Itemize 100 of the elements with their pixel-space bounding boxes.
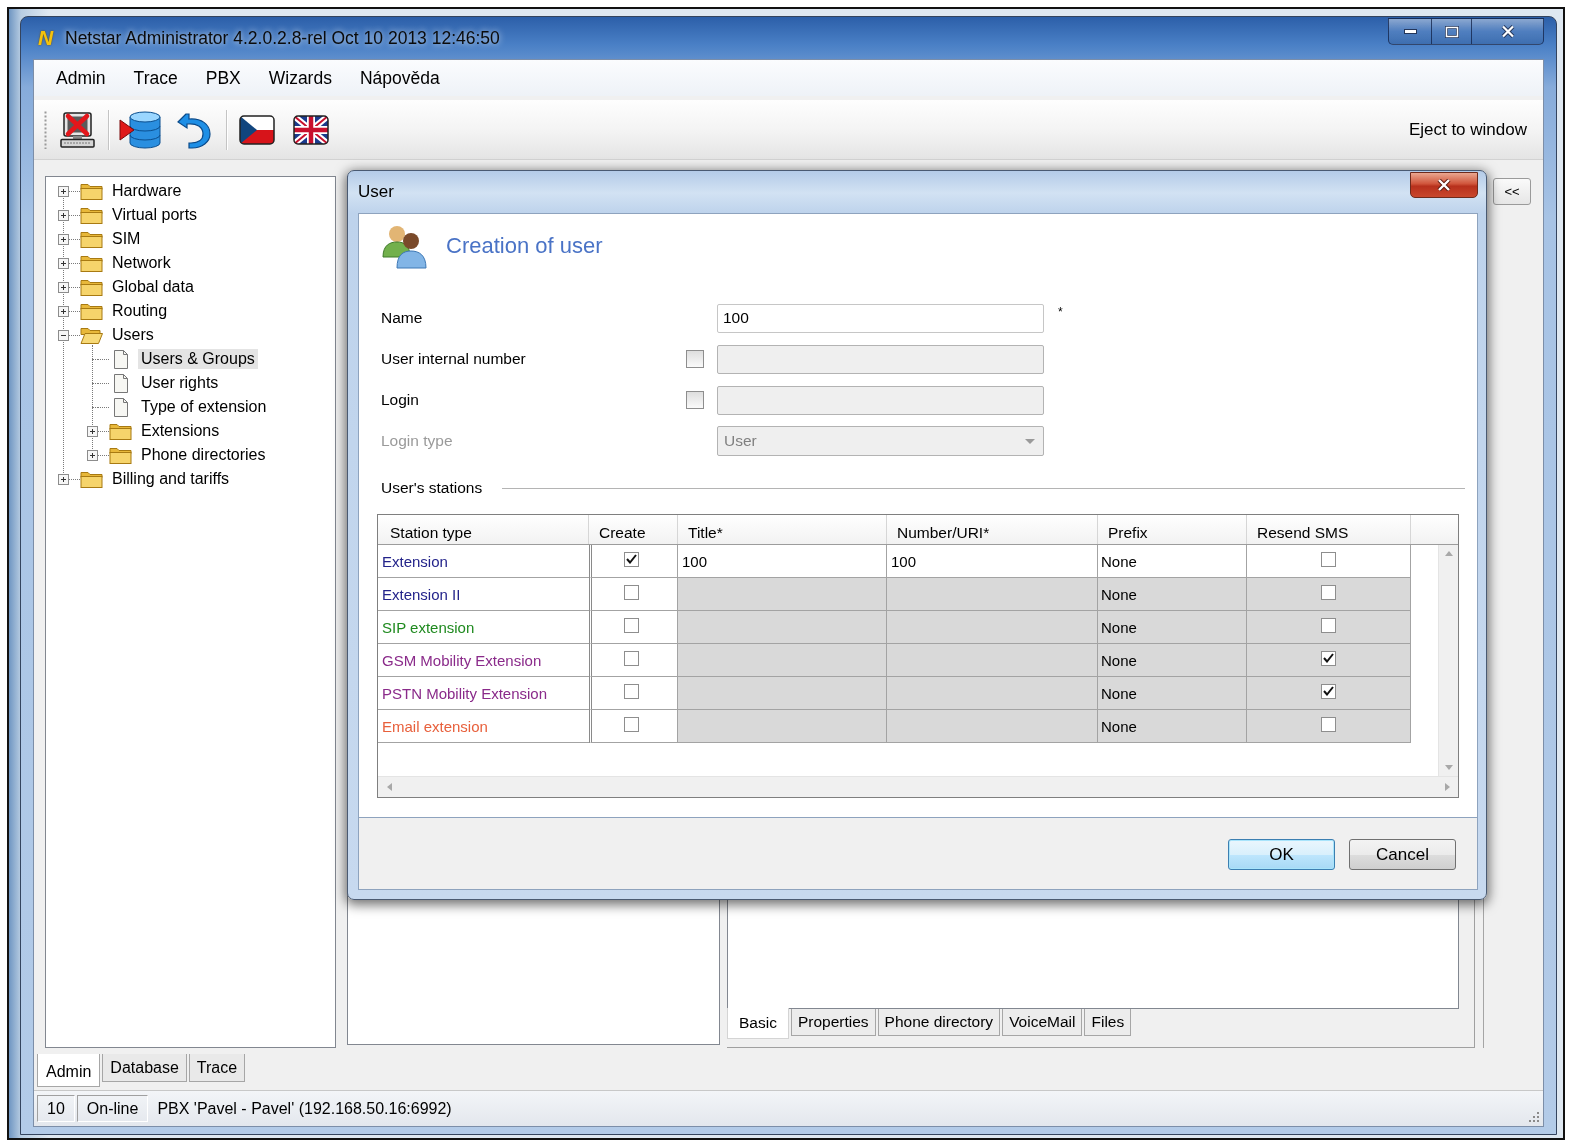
tab[interactable]: Properties <box>790 1009 876 1036</box>
tab[interactable]: Phone directory <box>877 1009 1001 1036</box>
tree-item[interactable]: Extensions <box>138 421 223 441</box>
checkbox[interactable] <box>624 551 639 567</box>
expand-icon[interactable] <box>58 185 69 197</box>
field-label: Login <box>381 391 419 409</box>
checkbox[interactable] <box>1321 683 1336 699</box>
status-state: On-line <box>76 1095 149 1122</box>
column-header[interactable]: Title* <box>678 515 887 544</box>
expand-icon[interactable] <box>58 305 69 317</box>
tab[interactable]: Database <box>102 1054 187 1082</box>
dialog-button[interactable]: Cancel <box>1349 839 1456 870</box>
name-field[interactable]: 100 <box>717 303 1044 333</box>
collapse-icon[interactable] <box>58 329 69 341</box>
dialog-button[interactable]: OK <box>1228 839 1335 870</box>
folder-icon <box>109 446 132 464</box>
tree-item[interactable]: Hardware <box>109 181 185 201</box>
dialog-title: User <box>358 182 394 202</box>
checkbox[interactable] <box>624 617 639 633</box>
expand-icon[interactable] <box>58 473 69 485</box>
folder-icon <box>80 182 103 200</box>
folder-icon <box>80 278 103 296</box>
tree-item[interactable]: Billing and tariffs <box>109 469 233 489</box>
eject-link[interactable]: Eject to window <box>1408 119 1527 140</box>
tab[interactable]: Basic <box>727 1008 789 1039</box>
table-cell: GSM Mobility Extension <box>378 644 589 677</box>
expand-icon[interactable] <box>87 425 98 437</box>
czech-flag-icon[interactable] <box>239 114 275 145</box>
table-cell: Extension II <box>378 578 589 611</box>
checkbox[interactable] <box>1321 716 1336 732</box>
uk-flag-icon[interactable] <box>293 114 329 145</box>
menu-item[interactable]: Wizards <box>254 64 346 92</box>
tab[interactable]: Files <box>1084 1009 1132 1036</box>
tree-item[interactable]: Network <box>109 253 174 273</box>
checkbox[interactable] <box>1321 584 1336 600</box>
monitor-cross-icon[interactable] <box>59 110 97 149</box>
menu-item[interactable]: Trace <box>119 64 192 92</box>
folder-icon <box>80 470 103 488</box>
close-button[interactable] <box>1472 18 1544 45</box>
column-header[interactable]: Prefix <box>1098 515 1247 544</box>
column-header[interactable]: Resend SMS <box>1247 515 1411 544</box>
menu-item[interactable]: Nápověda <box>345 64 454 92</box>
resize-grip-icon[interactable] <box>1528 1111 1540 1123</box>
close-icon <box>1437 179 1451 191</box>
input-field[interactable] <box>717 344 1044 374</box>
table-cell: None <box>1098 677 1247 710</box>
checkbox[interactable] <box>686 391 704 409</box>
field-label: Name <box>381 309 423 327</box>
tree-item[interactable]: Global data <box>109 277 197 297</box>
database-icon[interactable] <box>119 109 163 150</box>
table-cell: None <box>1098 611 1247 644</box>
checkbox[interactable] <box>1321 551 1336 567</box>
checkbox[interactable] <box>624 584 639 600</box>
close-button[interactable] <box>1410 172 1478 198</box>
tree-item[interactable]: Users <box>109 325 157 345</box>
column-header[interactable]: Create <box>589 515 678 544</box>
tree-item[interactable]: Virtual ports <box>109 205 201 225</box>
field-label: Login type <box>381 432 453 450</box>
minimize-icon <box>1403 29 1417 34</box>
table-cell: Extension <box>378 545 589 578</box>
tree-item[interactable]: SIM <box>109 229 144 249</box>
required-asterisk: * <box>1058 305 1063 319</box>
checkbox[interactable] <box>624 650 639 666</box>
table-cell: None <box>1098 710 1247 743</box>
column-header[interactable]: Station type <box>378 515 589 544</box>
tree-item[interactable]: Users & Groups <box>138 349 258 369</box>
tree-item[interactable]: Type of extension <box>138 397 270 417</box>
maximize-button[interactable] <box>1432 18 1472 45</box>
tab[interactable]: Admin <box>37 1054 101 1087</box>
dialog-heading: Creation of user <box>446 233 603 259</box>
undo-arrow-icon[interactable] <box>177 110 213 149</box>
column-header[interactable]: Number/URI* <box>887 515 1098 544</box>
tree-item[interactable]: Phone directories <box>138 445 269 465</box>
table-cell: PSTN Mobility Extension <box>378 677 589 710</box>
checkbox[interactable] <box>1321 650 1336 666</box>
table-cell: None <box>1098 578 1247 611</box>
menu-item[interactable]: PBX <box>191 64 255 92</box>
maximize-icon <box>1444 25 1459 38</box>
expand-icon[interactable] <box>58 209 69 221</box>
input-field[interactable] <box>717 385 1044 415</box>
minimize-button[interactable] <box>1388 18 1432 45</box>
document-icon <box>113 349 128 369</box>
collapse-button[interactable]: << <box>1493 178 1531 205</box>
expand-icon[interactable] <box>58 257 69 269</box>
checkbox[interactable] <box>624 683 639 699</box>
app-logo: N <box>38 26 55 50</box>
caret-icon <box>1025 438 1035 444</box>
checkbox[interactable] <box>686 350 704 368</box>
tree-item[interactable]: Routing <box>109 301 171 321</box>
menu-item[interactable]: Admin <box>42 64 120 92</box>
expand-icon[interactable] <box>58 281 69 293</box>
checkbox[interactable] <box>1321 617 1336 633</box>
expand-icon[interactable] <box>87 449 98 461</box>
document-icon <box>113 373 128 393</box>
tree-item[interactable]: User rights <box>138 373 222 393</box>
tab[interactable]: VoiceMail <box>1002 1009 1083 1036</box>
expand-icon[interactable] <box>58 233 69 245</box>
checkbox[interactable] <box>624 716 639 732</box>
close-icon <box>1500 25 1515 38</box>
tab[interactable]: Trace <box>188 1054 246 1082</box>
